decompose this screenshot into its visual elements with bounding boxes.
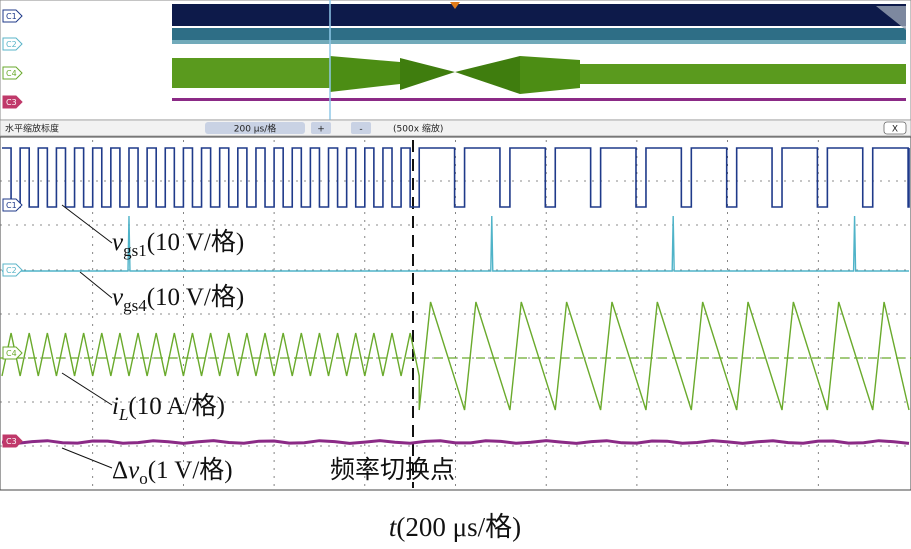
overview-c4-segment: [520, 56, 580, 94]
label-switch-point: 频率切换点: [330, 456, 455, 484]
x-axis-label: t(200 μs/格): [389, 512, 521, 542]
overview-tag-label: C4: [6, 69, 17, 78]
close-icon: X: [892, 125, 898, 135]
zoom-factor-text: (500x 缩放): [393, 123, 443, 135]
overview-c4-band: [580, 64, 906, 84]
overview-tag-label: C1: [6, 12, 17, 21]
overview-tag-label: C2: [6, 40, 17, 49]
overview-c1-band: [172, 4, 906, 26]
label-il: iL(10 A/格): [112, 392, 225, 424]
overview-tag-label: C3: [6, 98, 17, 107]
main-tag-label: C1: [6, 201, 17, 210]
zoom-out-icon: -: [359, 125, 362, 135]
main-tag-label: C3: [6, 437, 17, 446]
zoom-bar: 水平缩放标度 200 μs/格 + - (500x 缩放) X: [0, 119, 911, 137]
main-tag-label: C4: [6, 349, 17, 358]
main-tag-label: C2: [6, 266, 17, 275]
oscilloscope-capture: C1 C2 C4 C3 水平缩放标度 200 μs/格 + - (500x 缩放) X…: [0, 0, 911, 542]
label-dvo: Δvo(1 V/格): [112, 456, 233, 488]
main-plot: C1C2C4C3 vgs1(10 V/格) vgs4(10 V/格) iL(10…: [0, 136, 911, 491]
overview-c3-line: [172, 98, 906, 101]
zoom-in-icon: +: [317, 125, 325, 135]
overview-panel: C1 C2 C4 C3: [0, 0, 911, 121]
zoom-bar-label: 水平缩放标度: [5, 123, 59, 135]
zoom-scale-value: 200 μs/格: [234, 123, 277, 135]
overview-c4-band: [172, 58, 330, 88]
